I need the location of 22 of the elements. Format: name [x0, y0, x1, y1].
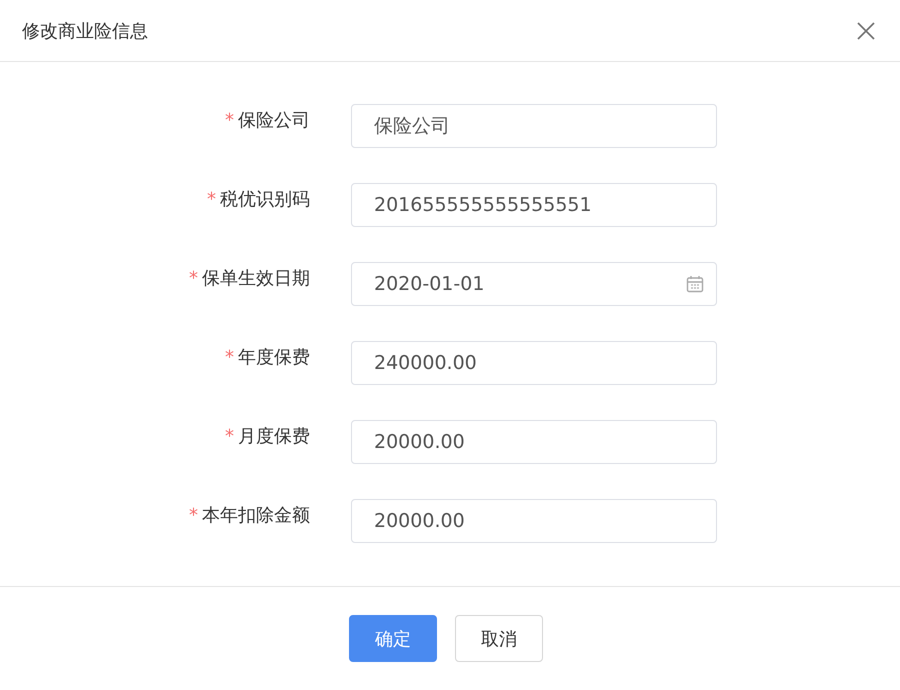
field-label: 月度保费 [238, 425, 310, 448]
required-asterisk: * [189, 268, 198, 288]
field-label: 保险公司 [238, 109, 310, 132]
close-icon[interactable] [856, 20, 876, 40]
input-field[interactable]: 20000.00 [351, 499, 717, 543]
required-asterisk: * [189, 504, 198, 526]
required-asterisk: * [225, 346, 234, 368]
required-asterisk: * [225, 426, 234, 446]
input-field[interactable]: 201655555555555551 [351, 183, 717, 227]
field-label: 本年扣除金额 [202, 504, 310, 527]
dialog-title: 修改商业险信息 [22, 20, 148, 42]
input-field[interactable]: 240000.00 [351, 341, 717, 385]
calendar-icon [686, 275, 704, 293]
input-field[interactable]: 保险公司 [351, 104, 717, 148]
required-asterisk: * [207, 188, 216, 210]
date-field[interactable]: 2020-01-01 [351, 262, 717, 306]
field-label: 税优识别码 [220, 188, 310, 211]
field-label: 年度保费 [238, 346, 310, 369]
required-asterisk: * [225, 110, 234, 130]
input-field[interactable]: 20000.00 [351, 420, 717, 464]
cancel-button[interactable]: 取消 [455, 615, 543, 662]
field-label: 保单生效日期 [202, 267, 310, 290]
